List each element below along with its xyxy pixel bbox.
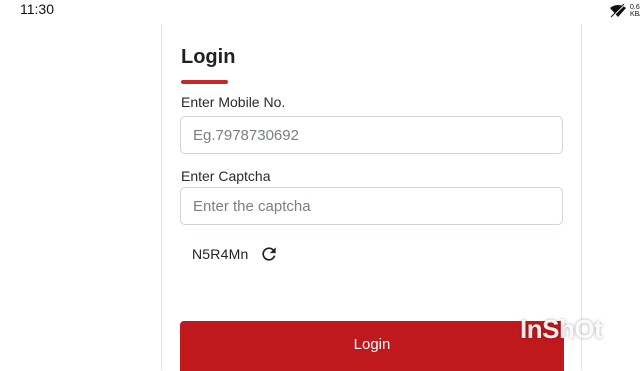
title-underline: [181, 80, 228, 84]
captcha-row: N5R4Mn: [192, 244, 279, 264]
refresh-icon[interactable]: [259, 244, 279, 264]
status-time: 11:30: [20, 1, 54, 17]
mobile-label: Enter Mobile No.: [181, 94, 286, 110]
login-card: Login Enter Mobile No. Enter Captcha N5R…: [161, 24, 582, 371]
network-speed-indicator: 0.6 KB/S: [630, 4, 640, 18]
wifi-icon: [610, 4, 626, 18]
status-icons: 0.6 KB/S: [609, 2, 640, 20]
status-bar: 11:30 0.6 KB/S: [0, 0, 640, 22]
mobile-number-input[interactable]: [180, 116, 563, 154]
login-button[interactable]: Login: [180, 321, 564, 371]
captcha-label: Enter Captcha: [181, 168, 271, 184]
page-title: Login: [181, 46, 236, 68]
captcha-input[interactable]: [180, 187, 563, 225]
captcha-code: N5R4Mn: [192, 246, 249, 262]
inshot-watermark: InShOt: [520, 314, 603, 344]
